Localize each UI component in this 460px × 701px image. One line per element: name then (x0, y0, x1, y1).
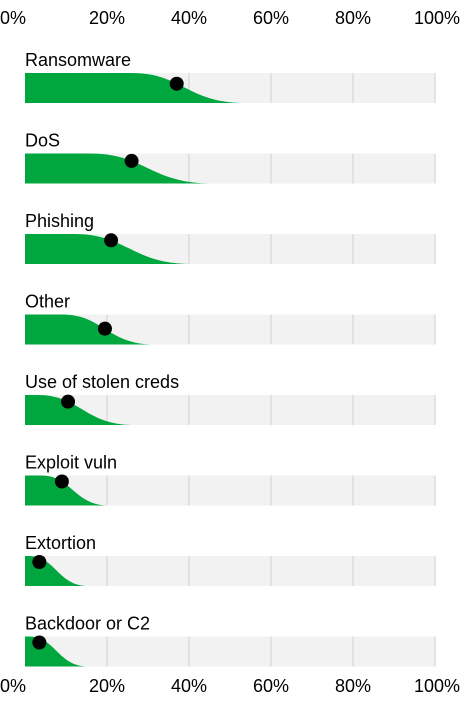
series-label: DoS (25, 131, 60, 151)
row-track (25, 636, 435, 667)
series-label: Phishing (25, 211, 94, 231)
series-label: Backdoor or C2 (25, 614, 150, 634)
x-axis-top: 0% 20% 40% 60% 80% 100% (0, 8, 460, 28)
median-point (32, 635, 47, 650)
x-tick-label: 100% (414, 676, 460, 696)
x-tick-label: 0% (0, 8, 26, 28)
x-tick-label: 0% (0, 676, 26, 696)
median-point (124, 153, 139, 168)
series-label: Exploit vuln (25, 453, 117, 473)
row-track (25, 556, 435, 586)
x-tick-label: 80% (335, 676, 371, 696)
x-tick-label: 20% (89, 676, 125, 696)
median-point (54, 474, 69, 489)
median-point (169, 76, 184, 91)
median-point (97, 321, 112, 336)
x-tick-label: 60% (253, 676, 289, 696)
x-tick-label: 60% (253, 8, 289, 28)
attack-distribution-chart: Ransomware DoS Phishing Other Use of stolen … (0, 8, 460, 696)
x-tick-label: 100% (414, 8, 460, 28)
series-label: Ransomware (25, 50, 131, 70)
series-label: Use of stolen creds (25, 372, 179, 392)
series-label: Other (25, 292, 70, 312)
x-tick-label: 40% (171, 676, 207, 696)
series-label: Extortion (25, 533, 96, 553)
median-point (104, 233, 119, 248)
x-tick-label: 40% (171, 8, 207, 28)
median-point (32, 555, 47, 569)
median-point (61, 394, 76, 409)
x-tick-label: 20% (89, 8, 125, 28)
x-axis-bottom: 0% 20% 40% 60% 80% 100% (0, 676, 460, 696)
x-tick-label: 80% (335, 8, 371, 28)
